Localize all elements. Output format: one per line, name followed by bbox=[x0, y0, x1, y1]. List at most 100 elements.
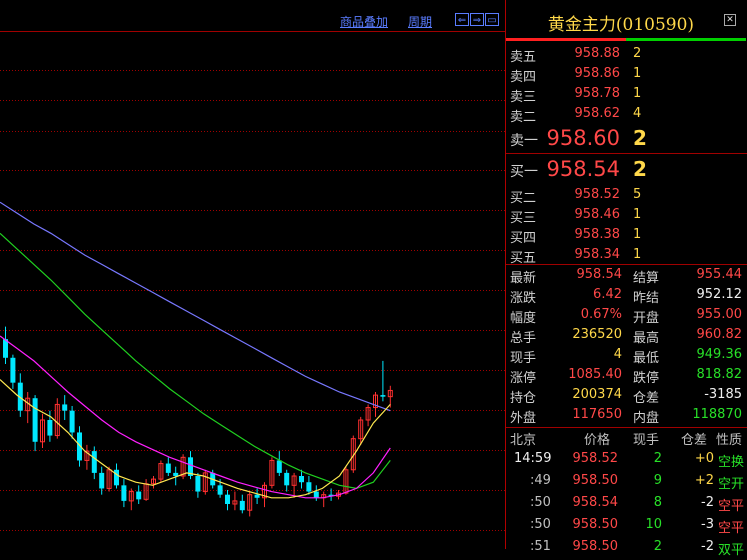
ask-level[interactable]: 卖四 958.86 1 bbox=[506, 66, 747, 86]
ask-level[interactable]: 卖三 958.78 1 bbox=[506, 86, 747, 106]
bid-level[interactable]: 买三 958.46 1 bbox=[506, 207, 747, 227]
tick-nature: 空开 bbox=[718, 477, 745, 492]
close-icon[interactable]: ✕ bbox=[724, 14, 736, 26]
level-label: 卖五 bbox=[510, 50, 537, 65]
stat-value: 1085.40 bbox=[568, 367, 622, 382]
bid-level[interactable]: 买一 958.54 2 bbox=[506, 157, 747, 181]
stat-value: 960.82 bbox=[696, 327, 743, 342]
tick-price: 958.50 bbox=[572, 539, 619, 554]
ask-level[interactable]: 卖五 958.88 2 bbox=[506, 46, 747, 66]
quote-panel: 黄金主力(010590) ✕ 卖五 958.88 2 卖四 958.86 1 卖三 958.7… bbox=[505, 0, 747, 558]
divider bbox=[506, 264, 747, 265]
zoom-in-icon[interactable]: ⇒ bbox=[470, 13, 484, 26]
candlestick-chart[interactable] bbox=[0, 0, 505, 549]
stat-value: 118870 bbox=[692, 407, 742, 422]
level-label: 买三 bbox=[510, 211, 537, 226]
tick-price: 958.50 bbox=[572, 517, 619, 532]
stat-label: 昨结 bbox=[633, 291, 660, 306]
level-price: 958.60 bbox=[546, 126, 620, 150]
tick-row[interactable]: :49 958.50 9 +2 空开 bbox=[506, 473, 747, 494]
ask-level[interactable]: 卖一 958.60 2 bbox=[506, 126, 747, 150]
stat-label: 持仓 bbox=[510, 391, 537, 406]
tick-position-diff: -2 bbox=[701, 495, 714, 510]
level-price: 958.88 bbox=[574, 46, 621, 61]
level-label: 买一 bbox=[510, 164, 538, 180]
candle-body-down bbox=[173, 472, 179, 476]
period-link[interactable]: 周期 bbox=[408, 13, 432, 30]
level-volume: 2 bbox=[633, 157, 647, 181]
tick-volume: 2 bbox=[653, 451, 662, 466]
stat-value: -3185 bbox=[704, 387, 742, 402]
candle-body-down bbox=[10, 357, 16, 383]
tick-row[interactable]: :51 958.50 2 -2 双平 bbox=[506, 539, 747, 560]
stat-row: 外盘 117650 内盘 118870 bbox=[506, 407, 747, 427]
tick-price: 958.52 bbox=[572, 451, 619, 466]
ask-pressure-bar bbox=[506, 38, 626, 41]
contract-title: 黄金主力(010590) bbox=[547, 15, 695, 35]
stat-label: 最新 bbox=[510, 271, 537, 286]
candle-body-down bbox=[47, 420, 53, 436]
tick-volume: 10 bbox=[645, 517, 662, 532]
stat-row: 涨停 1085.40 跌停 818.82 bbox=[506, 367, 747, 387]
ticks-header-price: 价格 bbox=[584, 433, 611, 448]
stat-label: 涨停 bbox=[510, 371, 537, 386]
zoom-reset-icon[interactable]: ▭ bbox=[485, 13, 499, 26]
ticks-header-diff: 仓差 bbox=[681, 433, 708, 448]
ticks-header-nature: 性质 bbox=[716, 433, 743, 448]
tick-row[interactable]: :50 958.54 8 -2 空平 bbox=[506, 495, 747, 516]
level-price: 958.78 bbox=[574, 86, 621, 101]
stat-label: 仓差 bbox=[633, 391, 660, 406]
tick-time: 14:59 bbox=[514, 451, 552, 466]
ask-level[interactable]: 卖二 958.62 4 bbox=[506, 106, 747, 126]
stat-value: 818.82 bbox=[696, 367, 743, 382]
candle-body-down bbox=[99, 472, 105, 489]
ticks-header-vol: 现手 bbox=[633, 433, 660, 448]
stat-label: 内盘 bbox=[633, 411, 660, 426]
ma-line-blue bbox=[0, 201, 391, 412]
level-volume: 2 bbox=[633, 46, 642, 61]
stat-row: 最新 958.54 结算 955.44 bbox=[506, 267, 747, 287]
overlay-link[interactable]: 商品叠加 bbox=[340, 13, 388, 30]
tick-time: :51 bbox=[530, 539, 551, 554]
tick-position-diff: -3 bbox=[701, 517, 714, 532]
stat-label: 结算 bbox=[633, 271, 660, 286]
stat-row: 幅度 0.67% 开盘 955.00 bbox=[506, 307, 747, 327]
stat-label: 涨跌 bbox=[510, 291, 537, 306]
level-volume: 1 bbox=[633, 207, 642, 222]
candle-body-down bbox=[299, 476, 304, 483]
candle-body-down bbox=[91, 451, 97, 473]
level-label: 卖二 bbox=[510, 110, 537, 125]
stat-value: 958.54 bbox=[576, 267, 623, 282]
tick-time: :50 bbox=[530, 517, 551, 532]
stat-label: 最高 bbox=[633, 331, 660, 346]
tick-price: 958.50 bbox=[572, 473, 619, 488]
tick-nature: 空换 bbox=[718, 455, 745, 470]
candle-body-down bbox=[225, 494, 230, 504]
level-price: 958.62 bbox=[574, 106, 621, 121]
candle-body-down bbox=[380, 395, 386, 397]
bid-pressure-bar bbox=[626, 38, 746, 41]
level-label: 卖一 bbox=[510, 133, 538, 149]
stat-row: 持仓 200374 仓差 -3185 bbox=[506, 387, 747, 407]
bid-level[interactable]: 买二 958.52 5 bbox=[506, 187, 747, 207]
stat-value: 200374 bbox=[572, 387, 622, 402]
level-label: 买二 bbox=[510, 191, 537, 206]
stat-row: 涨跌 6.42 昨结 952.12 bbox=[506, 287, 747, 307]
stat-label: 现手 bbox=[510, 351, 537, 366]
level-volume: 4 bbox=[633, 106, 642, 121]
candle-body-down bbox=[69, 410, 75, 433]
tick-row[interactable]: :50 958.50 10 -3 空平 bbox=[506, 517, 747, 538]
stat-row: 总手 236520 最高 960.82 bbox=[506, 327, 747, 347]
stat-value: 955.44 bbox=[696, 267, 743, 282]
divider bbox=[506, 153, 747, 154]
candle-body-down bbox=[121, 485, 127, 501]
level-volume: 1 bbox=[633, 86, 642, 101]
candle-body-down bbox=[306, 482, 312, 492]
zoom-out-icon[interactable]: ⇐ bbox=[455, 13, 469, 26]
tick-price: 958.54 bbox=[572, 495, 619, 510]
bid-level[interactable]: 买四 958.38 1 bbox=[506, 227, 747, 247]
ma-line-magenta bbox=[0, 335, 391, 499]
tick-row[interactable]: 14:59 958.52 2 +0 空换 bbox=[506, 451, 747, 472]
candle-body-down bbox=[239, 500, 245, 511]
tick-time: :50 bbox=[530, 495, 551, 510]
